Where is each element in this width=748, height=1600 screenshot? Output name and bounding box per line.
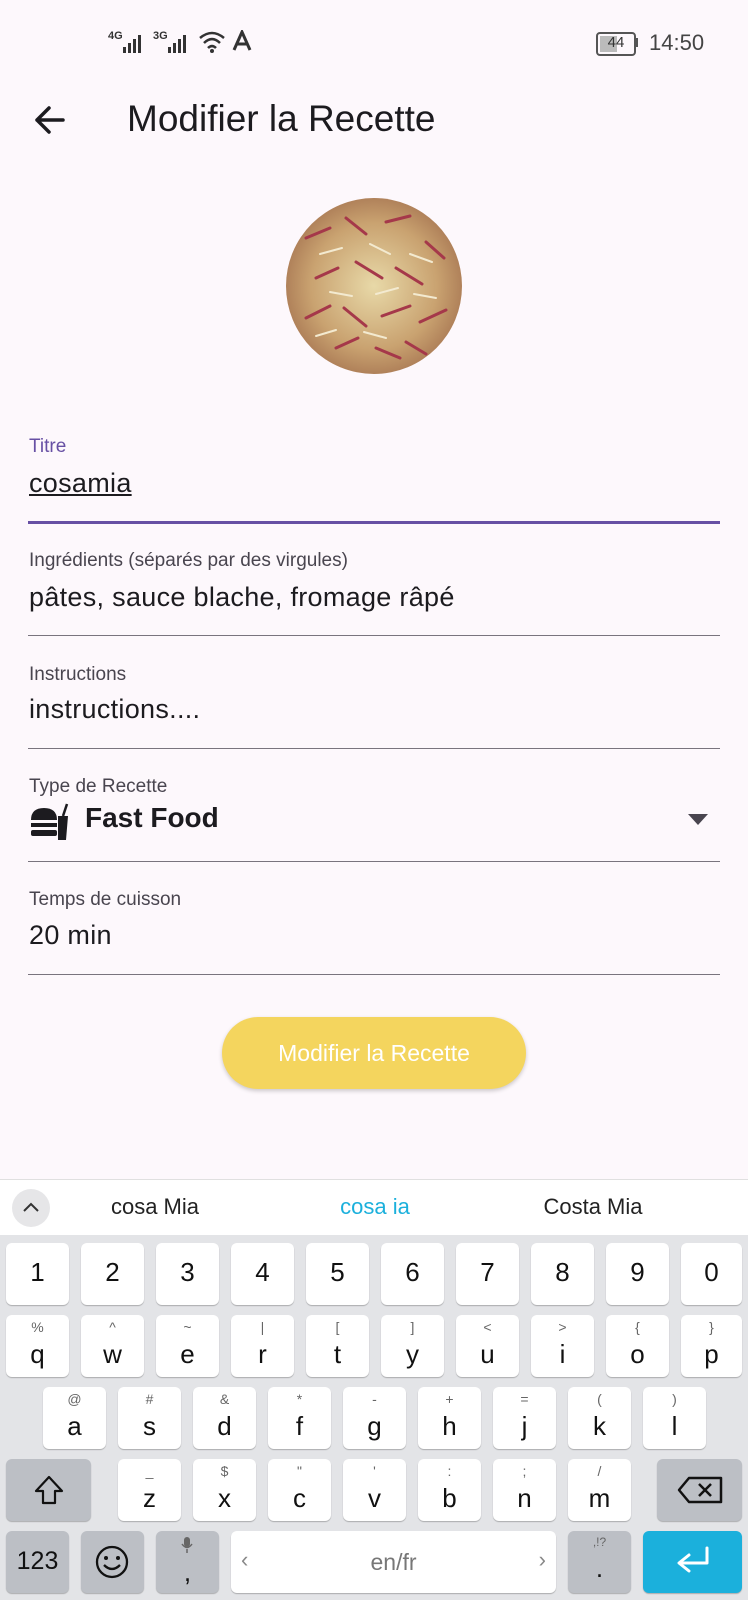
key-y[interactable]: ] y <box>381 1315 444 1377</box>
key-1[interactable]: 1 <box>6 1243 69 1305</box>
key-b[interactable]: :b <box>418 1459 481 1521</box>
space-key[interactable]: ‹ en/fr › <box>231 1531 556 1593</box>
key-a[interactable]: @ a <box>43 1387 106 1449</box>
battery-level: 44 <box>607 34 625 51</box>
keyboard: 1 2 3 4 5 6 7 8 9 0 % q ^ w ~ e | r [t ] y < u… <box>0 1235 748 1600</box>
app-notification-icon <box>232 30 252 51</box>
key-v[interactable]: ' v <box>343 1459 406 1521</box>
network-label-2: 3G <box>153 30 168 42</box>
key-5[interactable]: 5 <box>306 1243 369 1305</box>
shift-key[interactable] <box>6 1459 91 1521</box>
wifi-icon <box>199 31 225 53</box>
key-f[interactable]: * f <box>268 1387 331 1449</box>
chevron-right-icon: › <box>538 1547 546 1572</box>
key-4[interactable]: 4 <box>231 1243 294 1305</box>
suggestion-item[interactable]: cosa ia <box>300 1194 450 1220</box>
key-u[interactable]: < u <box>456 1315 519 1377</box>
key-i[interactable]: > i <box>531 1315 594 1377</box>
key-k[interactable]: (k <box>568 1387 631 1449</box>
key-x[interactable]: $ x <box>193 1459 256 1521</box>
page-title: Modifier la Recette <box>127 98 436 139</box>
key-h[interactable]: + h <box>418 1387 481 1449</box>
key-m[interactable]: / m <box>568 1459 631 1521</box>
key-3[interactable]: 3 <box>156 1243 219 1305</box>
status-bar: 4G 3G 44 14:50 <box>0 0 748 90</box>
key-o[interactable]: {o <box>606 1315 669 1377</box>
key-e[interactable]: ~ e <box>156 1315 219 1377</box>
enter-key[interactable] <box>643 1531 742 1593</box>
key-l[interactable]: ) l <box>643 1387 706 1449</box>
status-time: 14:50 <box>649 30 705 55</box>
key-6[interactable]: 6 <box>381 1243 444 1305</box>
key-w[interactable]: ^ w <box>81 1315 144 1377</box>
suggestion-expand-button[interactable] <box>12 1189 50 1227</box>
battery-tip <box>635 38 638 47</box>
key-z[interactable]: _ z <box>118 1459 181 1521</box>
key-n[interactable]: ; n <box>493 1459 556 1521</box>
instructions-field-label: Instructions <box>29 664 127 685</box>
suggestion-item[interactable]: Costa Mia <box>518 1194 668 1220</box>
title-field-label: Titre <box>29 436 67 457</box>
key-g[interactable]: -g <box>343 1387 406 1449</box>
instructions-input-underline <box>28 748 720 749</box>
cooking-time-input[interactable]: 20 min <box>29 920 112 951</box>
key-q[interactable]: % q <box>6 1315 69 1377</box>
battery-icon: 44 <box>596 32 636 56</box>
fast-food-icon <box>31 803 69 840</box>
recipe-type-underline <box>28 861 720 862</box>
suggestion-item[interactable]: cosa Mia <box>80 1194 230 1220</box>
chevron-up-icon <box>23 1202 39 1212</box>
signal-icon <box>123 35 141 53</box>
network-label-1: 4G <box>108 30 123 42</box>
recipe-type-field-label: Type de Recette <box>29 776 168 797</box>
key-0[interactable]: 0 <box>681 1243 742 1305</box>
submit-edit-recipe-button[interactable]: Modifier la Recette <box>222 1017 526 1089</box>
backspace-icon <box>677 1476 723 1504</box>
backspace-key[interactable] <box>657 1459 742 1521</box>
title-input[interactable]: cosamia <box>29 468 132 499</box>
cooking-time-field-label: Temps de cuisson <box>29 889 182 910</box>
numbers-mode-key[interactable]: 123 <box>6 1531 69 1593</box>
period-key[interactable]: ,!? . <box>568 1531 631 1593</box>
signal-icon <box>168 35 186 53</box>
ingredients-input-underline <box>28 635 720 636</box>
key-r[interactable]: | r <box>231 1315 294 1377</box>
ingredients-input[interactable]: pâtes, sauce blache, fromage râpé <box>29 582 455 613</box>
key-t[interactable]: [t <box>306 1315 369 1377</box>
recipe-type-dropdown[interactable]: Fast Food <box>28 800 720 844</box>
chevron-down-icon <box>688 814 708 825</box>
comma-key[interactable]: , <box>156 1531 219 1593</box>
enter-icon <box>677 1546 709 1573</box>
cooking-time-underline <box>28 974 720 975</box>
recipe-type-value: Fast Food <box>85 802 219 833</box>
emoji-icon <box>95 1545 129 1579</box>
emoji-key[interactable] <box>81 1531 144 1593</box>
key-d[interactable]: & d <box>193 1387 256 1449</box>
instructions-input[interactable]: instructions.... <box>29 694 200 725</box>
title-input-underline <box>28 521 720 524</box>
shift-icon <box>34 1475 64 1505</box>
ingredients-field-label: Ingrédients (séparés par des virgules) <box>29 550 348 571</box>
key-s[interactable]: # s <box>118 1387 181 1449</box>
key-8[interactable]: 8 <box>531 1243 594 1305</box>
key-c[interactable]: " c <box>268 1459 331 1521</box>
microphone-icon <box>181 1537 193 1553</box>
key-7[interactable]: 7 <box>456 1243 519 1305</box>
back-arrow-icon[interactable] <box>33 104 65 136</box>
key-p[interactable]: } p <box>681 1315 742 1377</box>
key-2[interactable]: 2 <box>81 1243 144 1305</box>
key-9[interactable]: 9 <box>606 1243 669 1305</box>
key-j[interactable]: = j <box>493 1387 556 1449</box>
recipe-image[interactable] <box>286 198 462 374</box>
